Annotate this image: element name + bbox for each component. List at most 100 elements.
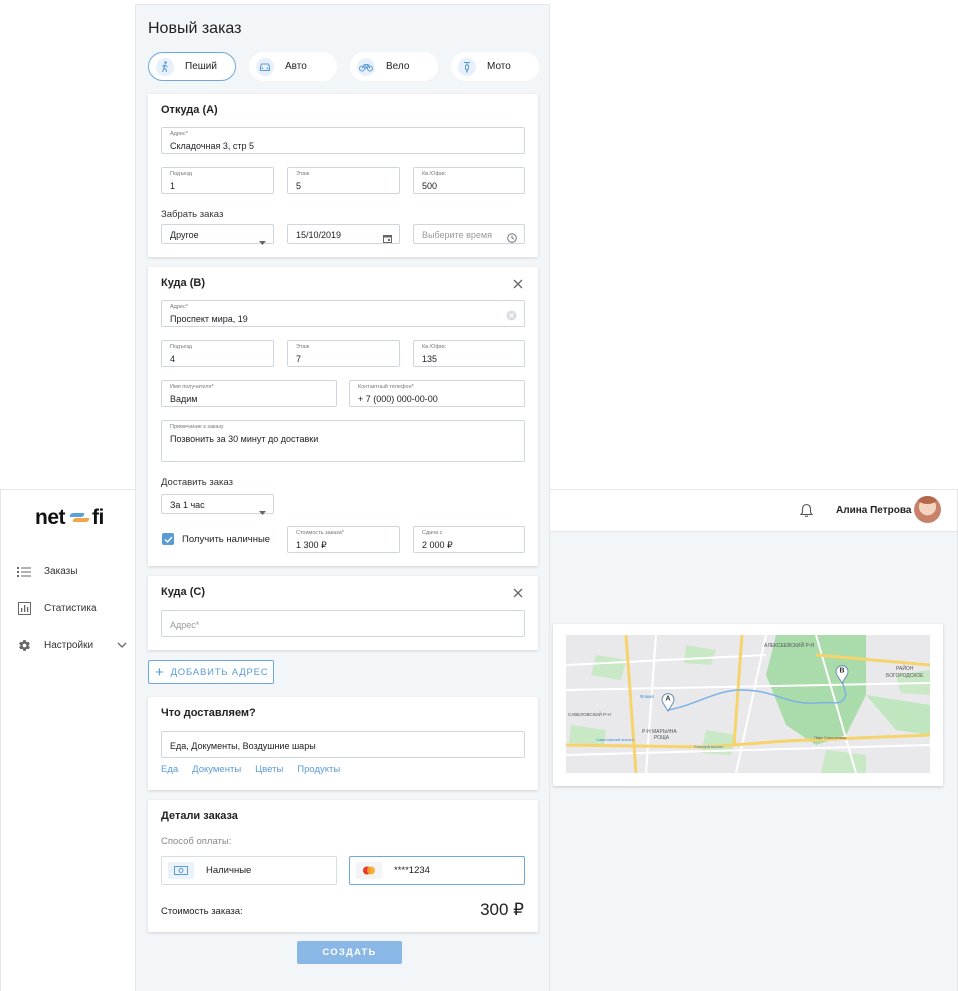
pay-card-option[interactable]: ****1234 — [349, 856, 525, 885]
calendar-icon[interactable] — [383, 230, 392, 248]
car-icon — [256, 57, 274, 76]
from-address-field[interactable]: Адрес* Складочная 3, стр 5 — [161, 127, 525, 154]
chevron-down-icon[interactable] — [117, 640, 127, 651]
what-card: Что доставляем? Еда, Документы, Воздушни… — [148, 697, 538, 790]
pickup-option-select[interactable]: Другое — [161, 224, 274, 245]
bell-icon[interactable] — [799, 503, 814, 523]
from-entrance-field[interactable]: Подъезд 1 — [161, 167, 274, 194]
field-label: Подъезд — [170, 171, 192, 177]
field-label: Кв./Офис — [422, 171, 446, 177]
from-floor-field[interactable]: Этаж 5 — [287, 167, 400, 194]
avatar[interactable] — [914, 496, 941, 523]
chip-food[interactable]: Еда — [161, 764, 178, 775]
map-label: РОЩА — [654, 735, 670, 741]
to-c-address-field[interactable]: Адрес* — [161, 610, 525, 637]
mode-label: Мото — [487, 61, 511, 72]
field-label: Контактный телефон* — [358, 384, 414, 390]
field-value: 135 — [422, 354, 438, 364]
mode-bike-button[interactable]: Вело — [350, 52, 438, 81]
phone-field[interactable]: Контактный телефон* + 7 (000) 000-00-00 — [349, 380, 525, 407]
bike-icon — [357, 57, 375, 76]
delivery-mode-selector: Пеший Авто Вело Мото — [148, 52, 539, 81]
moto-icon — [458, 57, 476, 76]
map-label: РАЙОН — [896, 664, 914, 672]
pin-b-label: B — [839, 668, 844, 675]
pickup-time-field[interactable]: Выберите время — [413, 224, 525, 244]
to-b-card: Куда (В) Адрес* Проспект мира, 19 Подъез… — [148, 267, 538, 566]
close-icon[interactable] — [513, 276, 523, 294]
dropdown-arrow-icon — [259, 232, 266, 250]
checkbox-checked-icon[interactable] — [162, 533, 174, 545]
select-value: Другое — [170, 230, 199, 240]
sidebar-item-label: Заказы — [44, 566, 78, 577]
field-placeholder: Адрес* — [170, 620, 200, 630]
mastercard-icon — [356, 862, 382, 879]
field-label: Подъезд — [170, 344, 192, 350]
field-placeholder: Выберите время — [422, 230, 492, 240]
to-b-office-field[interactable]: Кв./Офис 135 — [413, 340, 525, 367]
topbar: Алина Петрова — [550, 489, 958, 532]
pay-cash-option[interactable]: Наличные — [161, 856, 337, 885]
to-c-title: Куда (С) — [161, 586, 205, 598]
order-note-field[interactable]: Примечание к заказу Позвонить за 30 мину… — [161, 420, 525, 462]
field-value: Складочная 3, стр 5 — [170, 141, 255, 151]
field-value: 5 — [296, 181, 302, 191]
pickup-date-field[interactable]: 15/10/2019 — [287, 224, 400, 244]
chip-products[interactable]: Продукты — [297, 764, 340, 775]
clear-icon[interactable] — [506, 308, 517, 326]
select-value: За 1 час — [170, 500, 205, 510]
logo-mark-icon — [68, 512, 91, 524]
field-label: Этаж — [296, 344, 310, 350]
pay-option-label: ****1234 — [394, 865, 430, 876]
cash-checkbox-label: Получить наличные — [182, 534, 271, 545]
field-value: 4 — [170, 354, 176, 364]
clock-icon[interactable] — [507, 230, 517, 248]
details-title: Детали заказа — [161, 810, 238, 822]
deliver-option-select[interactable]: За 1 час — [161, 494, 274, 515]
field-label: Имя получателя* — [170, 384, 214, 390]
pickup-label: Забрать заказ — [161, 209, 224, 220]
from-office-field[interactable]: Кв./Офис 500 — [413, 167, 525, 194]
order-cost-field[interactable]: Стоимость заказа* 1 300 ₽ — [287, 526, 400, 553]
details-card: Детали заказа Способ оплаты: Наличные **… — [148, 800, 538, 932]
from-card: Откуда (А) Адрес* Складочная 3, стр 5 По… — [148, 94, 538, 257]
route-map[interactable]: АЛЕКСЕЕВСКИЙ Р-Н РАЙОН БОГОРОДСКОЕ САВЕЛ… — [566, 635, 930, 773]
user-name[interactable]: Алина Петрова — [836, 505, 911, 516]
to-b-entrance-field[interactable]: Подъезд 4 — [161, 340, 274, 367]
add-address-button[interactable]: + ДОБАВИТЬ АДРЕС — [148, 660, 274, 684]
create-order-button[interactable]: СОЗДАТЬ — [297, 941, 402, 964]
from-title: Откуда (А) — [161, 104, 218, 116]
map-label: Парк Сокольники — [814, 735, 846, 740]
recipient-name-field[interactable]: Имя получателя* Вадим — [161, 380, 337, 407]
sidebar-item-statistics[interactable]: Статистика — [1, 590, 137, 627]
field-label: Сдача с — [422, 530, 443, 536]
total-value: 300 ₽ — [480, 900, 524, 919]
field-label: Адрес* — [170, 304, 188, 310]
logo[interactable]: net fi — [35, 506, 104, 530]
field-label: Стоимость заказа* — [296, 530, 344, 536]
payment-method-label: Способ оплаты: — [161, 836, 232, 847]
close-icon[interactable] — [513, 585, 523, 603]
sidebar-nav: Заказы Статистика Настройки — [1, 553, 137, 664]
sidebar-item-orders[interactable]: Заказы — [1, 553, 137, 590]
gear-icon — [17, 639, 31, 653]
to-c-card: Куда (С) Адрес* — [148, 576, 538, 650]
chip-flowers[interactable]: Цветы — [255, 764, 283, 775]
cash-checkbox-row[interactable]: Получить наличные — [148, 525, 288, 553]
change-field[interactable]: Сдача с 2 000 ₽ — [413, 526, 525, 553]
what-input[interactable]: Еда, Документы, Воздушние шары — [161, 731, 525, 758]
plus-icon: + — [155, 663, 165, 681]
field-value: Проспект мира, 19 — [170, 314, 248, 324]
mode-walk-button[interactable]: Пеший — [148, 52, 236, 81]
mode-moto-button[interactable]: Мото — [451, 52, 539, 81]
sidebar-item-settings[interactable]: Настройки — [1, 627, 137, 664]
chip-documents[interactable]: Документы — [192, 764, 241, 775]
map-label: АЛЕКСЕЕВСКИЙ Р-Н — [764, 641, 814, 649]
logo-text-right: fi — [92, 506, 104, 529]
to-b-floor-field[interactable]: Этаж 7 — [287, 340, 400, 367]
field-label: Этаж — [296, 171, 310, 177]
cash-icon — [168, 862, 194, 879]
field-value: 15/10/2019 — [296, 230, 342, 240]
mode-car-button[interactable]: Авто — [249, 52, 337, 81]
to-b-address-field[interactable]: Адрес* Проспект мира, 19 — [161, 300, 525, 327]
